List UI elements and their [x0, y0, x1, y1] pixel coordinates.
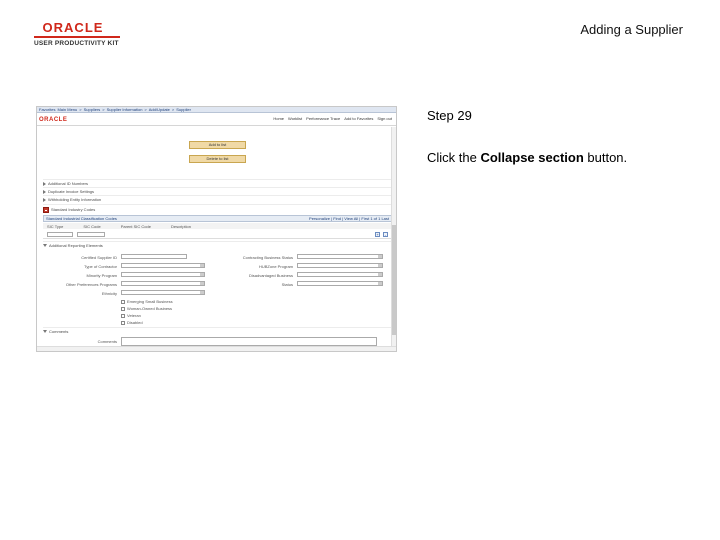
header-link-signout[interactable]: Sign out [377, 116, 392, 121]
delete-row-button[interactable]: - [383, 232, 388, 237]
add-to-list-button[interactable]: Add to list [189, 141, 246, 149]
checkbox-veteran[interactable]: Veteran [121, 313, 141, 318]
vertical-scrollbar[interactable] [391, 127, 396, 347]
expand-icon [43, 197, 46, 202]
field-label: Disadvantaged Business [248, 273, 293, 278]
checkbox-label: Disabled [127, 320, 143, 325]
field-label: Other Preferences Programs [65, 282, 117, 287]
section-label: Additional ID Numbers [48, 181, 89, 186]
checkbox-label: Veteran [127, 313, 141, 318]
checkbox[interactable] [121, 306, 125, 311]
contractor-type-select[interactable] [121, 263, 205, 268]
header-link-performance[interactable]: Performance Trace [306, 116, 340, 121]
scrollbar-thumb[interactable] [392, 225, 396, 335]
sic-grid-header: Standard Industrial Classification Codes… [43, 215, 392, 222]
field-label: Minority Program [86, 273, 117, 278]
nav-item: > [79, 107, 82, 112]
section-label: Comments [49, 329, 69, 334]
checkbox[interactable] [121, 313, 125, 318]
step-instruction: Click the Collapse section button. [427, 150, 627, 165]
grid-title: Standard Industrial Classification Codes [46, 216, 117, 221]
step-text-before: Click the [427, 150, 481, 165]
sic-type-input[interactable] [47, 232, 73, 237]
checkbox-emerging[interactable]: Emerging Small Business [121, 299, 173, 304]
nav-item[interactable]: Favorites [39, 107, 55, 112]
field-label: HUBZone Program [258, 264, 293, 269]
section-additional-id[interactable]: Additional ID Numbers [43, 179, 392, 187]
document-title: Adding a Supplier [580, 22, 683, 37]
nav-item: > [102, 107, 105, 112]
grid-nav[interactable]: Personalize | Find | View All | First 1 … [309, 216, 389, 221]
expand-icon [43, 189, 46, 194]
nav-item[interactable]: Add/Update [149, 107, 170, 112]
header-link-home[interactable]: Home [273, 116, 284, 121]
nav-item[interactable]: Suppliers [84, 107, 101, 112]
ethnicity-select[interactable] [121, 290, 205, 295]
comments-textarea[interactable] [121, 337, 377, 346]
step-text-bold: Collapse section [480, 150, 584, 165]
nav-item: > [144, 107, 147, 112]
logo-product: USER PRODUCTIVITY KIT [34, 40, 119, 47]
checkbox[interactable] [121, 299, 125, 304]
field-label: Status [281, 282, 293, 287]
header-link-favorites[interactable]: Add to Favorites [344, 116, 373, 121]
checkbox-woman-owned[interactable]: Woman-Owned Business [121, 306, 172, 311]
section-standard-industry: Standard Industry Codes [43, 204, 392, 214]
nav-item[interactable]: Supplier [176, 107, 191, 112]
add-row-button[interactable]: + [375, 232, 380, 237]
collapse-icon [43, 244, 47, 247]
nav-item[interactable]: Main Menu [57, 107, 77, 112]
field-label: Type of Contractor [84, 264, 117, 269]
disadvantaged-select[interactable] [297, 272, 383, 277]
field-label: Contracting Business Status [242, 255, 293, 260]
column-header: Description [170, 223, 191, 229]
step-title: Step 29 [427, 108, 472, 123]
breadcrumb-nav: Favorites Main Menu > Suppliers > Suppli… [37, 107, 396, 113]
section-label: Additional Reporting Elements [49, 243, 103, 248]
nav-item[interactable]: Supplier Information [107, 107, 143, 112]
table-row: + - [43, 230, 392, 239]
app-header: ORACLE Home Worklist Performance Trace A… [37, 114, 396, 126]
contracting-status-select[interactable] [297, 254, 383, 259]
delete-to-list-button[interactable]: Delete to list [189, 155, 246, 163]
collapse-icon [43, 330, 47, 333]
minority-program-select[interactable] [121, 272, 205, 277]
expand-icon [43, 181, 46, 186]
section-label: Standard Industry Codes [51, 207, 96, 212]
section-comments[interactable]: Comments [43, 327, 392, 335]
checkbox-label: Emerging Small Business [127, 299, 173, 304]
comments-label: Comments [97, 339, 117, 344]
column-header: SIC Type [47, 223, 64, 229]
horizontal-scrollbar[interactable] [37, 346, 396, 351]
collapse-section-button[interactable] [43, 206, 49, 213]
section-label: Withholding Entity Information [48, 197, 102, 202]
header-link-worklist[interactable]: Worklist [288, 116, 302, 121]
checkbox-disabled[interactable]: Disabled [121, 320, 143, 325]
checkbox-label: Woman-Owned Business [127, 306, 173, 311]
other-preferences-select[interactable] [121, 281, 205, 286]
section-additional-reporting[interactable]: Additional Reporting Elements [43, 241, 392, 249]
section-withholding[interactable]: Withholding Entity Information [43, 195, 392, 203]
checkbox[interactable] [121, 320, 125, 325]
field-label: Ethnicity [101, 291, 117, 296]
step-text-after: button. [583, 150, 628, 165]
column-header: Parent SIC Code [120, 223, 151, 229]
nav-item: > [171, 107, 175, 112]
header-links: Home Worklist Performance Trace Add to F… [273, 116, 392, 121]
logo-rule [34, 36, 120, 38]
application-screenshot: Favorites Main Menu > Suppliers > Suppli… [36, 106, 397, 352]
status-select[interactable] [297, 281, 383, 286]
field-label: Certified Supplier ID [81, 255, 117, 260]
section-duplicate-invoice[interactable]: Duplicate Invoice Settings [43, 187, 392, 195]
hubzone-select[interactable] [297, 263, 383, 268]
sic-code-input[interactable] [77, 232, 105, 237]
app-logo: ORACLE [39, 117, 68, 123]
logo-brand: ORACLE [42, 20, 104, 35]
column-header: SIC Code [83, 223, 101, 229]
oracle-upk-logo: ORACLE USER PRODUCTIVITY KIT [34, 20, 126, 47]
sic-grid-columns: SIC Type SIC Code Parent SIC Code Descri… [43, 223, 392, 229]
certified-supplier-input[interactable] [121, 254, 187, 259]
section-label: Duplicate Invoice Settings [48, 189, 95, 194]
